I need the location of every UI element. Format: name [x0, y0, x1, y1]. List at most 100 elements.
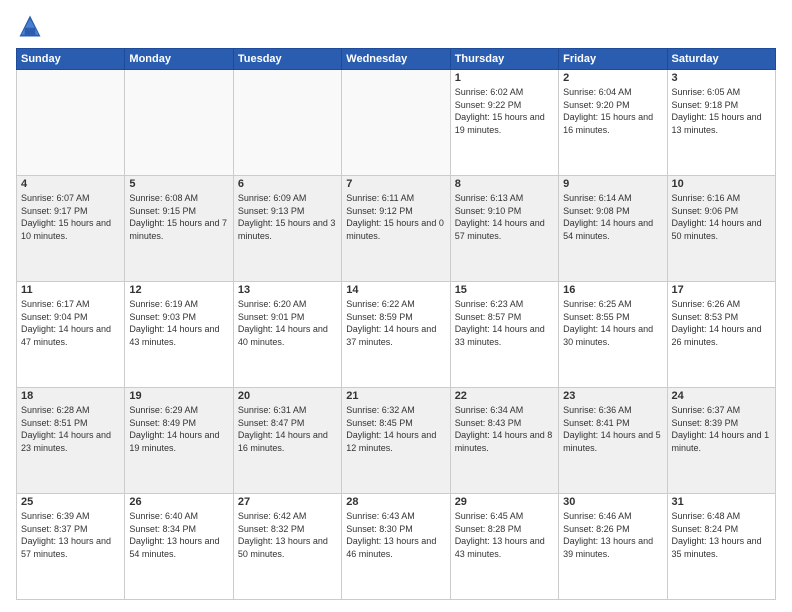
calendar-cell: 12Sunrise: 6:19 AMSunset: 9:03 PMDayligh… [125, 282, 233, 388]
day-number: 8 [455, 178, 554, 190]
calendar-cell: 17Sunrise: 6:26 AMSunset: 8:53 PMDayligh… [667, 282, 775, 388]
calendar-cell: 14 Sunrise: 6:22 AMSunset: 8:59 PMDayligh… [342, 282, 450, 388]
calendar-cell: 27 Sunrise: 6:42 AMSunset: 8:32 PMDayligh… [233, 494, 341, 600]
day-info: Sunrise: 6:23 AMSunset: 8:57 PMDaylight:… [455, 298, 554, 348]
calendar-cell: 10 Sunrise: 6:16 AMSunset: 9:06 PMDayligh… [667, 176, 775, 282]
calendar-cell: 13 Sunrise: 6:20 AMSunset: 9:01 PMDayligh… [233, 282, 341, 388]
calendar-week-1: 1 Sunrise: 6:02 AMSunset: 9:22 PMDaylight… [17, 70, 776, 176]
day-info: Sunrise: 6:43 AMSunset: 8:30 PMDaylight:… [346, 510, 445, 560]
day-info: Sunrise: 6:19 AMSunset: 9:03 PMDaylight:… [129, 298, 228, 348]
day-info: Sunrise: 6:02 AMSunset: 9:22 PMDaylight:… [455, 86, 554, 136]
logo [16, 12, 48, 40]
day-info: Sunrise: 6:29 AMSunset: 8:49 PMDaylight:… [129, 404, 228, 454]
calendar-cell: 30 Sunrise: 6:46 AMSunset: 8:26 PMDayligh… [559, 494, 667, 600]
calendar-cell: 2 Sunrise: 6:04 AMSunset: 9:20 PMDaylight… [559, 70, 667, 176]
day-number: 4 [21, 178, 120, 190]
weekday-header-wednesday: Wednesday [342, 49, 450, 70]
day-info: Sunrise: 6:48 AMSunset: 8:24 PMDaylight:… [672, 510, 771, 560]
calendar-cell: 7 Sunrise: 6:11 AMSunset: 9:12 PMDaylight… [342, 176, 450, 282]
calendar-cell: 18Sunrise: 6:28 AMSunset: 8:51 PMDayligh… [17, 388, 125, 494]
day-number: 22 [455, 390, 554, 402]
day-info: Sunrise: 6:39 AMSunset: 8:37 PMDaylight:… [21, 510, 120, 560]
day-number: 6 [238, 178, 337, 190]
day-number: 26 [129, 496, 228, 508]
day-info: Sunrise: 6:09 AMSunset: 9:13 PMDaylight:… [238, 192, 337, 242]
calendar-table: SundayMondayTuesdayWednesdayThursdayFrid… [16, 48, 776, 600]
day-info: Sunrise: 6:16 AMSunset: 9:06 PMDaylight:… [672, 192, 771, 242]
calendar-cell: 19 Sunrise: 6:29 AMSunset: 8:49 PMDayligh… [125, 388, 233, 494]
day-number: 13 [238, 284, 337, 296]
day-info: Sunrise: 6:45 AMSunset: 8:28 PMDaylight:… [455, 510, 554, 560]
day-number: 3 [672, 72, 771, 84]
day-info: Sunrise: 6:22 AMSunset: 8:59 PMDaylight:… [346, 298, 445, 348]
weekday-header-sunday: Sunday [17, 49, 125, 70]
calendar-cell: 28 Sunrise: 6:43 AMSunset: 8:30 PMDayligh… [342, 494, 450, 600]
day-number: 23 [563, 390, 662, 402]
day-info: Sunrise: 6:13 AMSunset: 9:10 PMDaylight:… [455, 192, 554, 242]
day-info: Sunrise: 6:05 AMSunset: 9:18 PMDaylight:… [672, 86, 771, 136]
calendar-week-4: 18Sunrise: 6:28 AMSunset: 8:51 PMDayligh… [17, 388, 776, 494]
calendar-week-3: 11Sunrise: 6:17 AMSunset: 9:04 PMDayligh… [17, 282, 776, 388]
page: SundayMondayTuesdayWednesdayThursdayFrid… [0, 0, 792, 612]
day-info: Sunrise: 6:36 AMSunset: 8:41 PMDaylight:… [563, 404, 662, 454]
calendar-cell: 31 Sunrise: 6:48 AMSunset: 8:24 PMDayligh… [667, 494, 775, 600]
calendar-cell [233, 70, 341, 176]
calendar-cell: 6 Sunrise: 6:09 AMSunset: 9:13 PMDaylight… [233, 176, 341, 282]
calendar-cell: 22 Sunrise: 6:34 AMSunset: 8:43 PMDayligh… [450, 388, 558, 494]
day-number: 17 [672, 284, 771, 296]
calendar-cell [17, 70, 125, 176]
day-info: Sunrise: 6:17 AMSunset: 9:04 PMDaylight:… [21, 298, 120, 348]
day-info: Sunrise: 6:04 AMSunset: 9:20 PMDaylight:… [563, 86, 662, 136]
day-number: 7 [346, 178, 445, 190]
weekday-header-saturday: Saturday [667, 49, 775, 70]
logo-icon [16, 12, 44, 40]
day-number: 5 [129, 178, 228, 190]
weekday-header-tuesday: Tuesday [233, 49, 341, 70]
calendar-cell [342, 70, 450, 176]
day-number: 30 [563, 496, 662, 508]
calendar-header-row: SundayMondayTuesdayWednesdayThursdayFrid… [17, 49, 776, 70]
day-number: 9 [563, 178, 662, 190]
calendar-cell: 26Sunrise: 6:40 AMSunset: 8:34 PMDayligh… [125, 494, 233, 600]
day-number: 18 [21, 390, 120, 402]
day-info: Sunrise: 6:07 AMSunset: 9:17 PMDaylight:… [21, 192, 120, 242]
day-number: 14 [346, 284, 445, 296]
day-number: 28 [346, 496, 445, 508]
day-info: Sunrise: 6:42 AMSunset: 8:32 PMDaylight:… [238, 510, 337, 560]
day-number: 10 [672, 178, 771, 190]
day-number: 16 [563, 284, 662, 296]
weekday-header-thursday: Thursday [450, 49, 558, 70]
day-info: Sunrise: 6:14 AMSunset: 9:08 PMDaylight:… [563, 192, 662, 242]
weekday-header-friday: Friday [559, 49, 667, 70]
calendar-cell: 23 Sunrise: 6:36 AMSunset: 8:41 PMDayligh… [559, 388, 667, 494]
header [16, 12, 776, 40]
day-number: 21 [346, 390, 445, 402]
day-number: 24 [672, 390, 771, 402]
calendar-week-5: 25 Sunrise: 6:39 AMSunset: 8:37 PMDayligh… [17, 494, 776, 600]
calendar-cell: 29 Sunrise: 6:45 AMSunset: 8:28 PMDayligh… [450, 494, 558, 600]
calendar-cell: 9 Sunrise: 6:14 AMSunset: 9:08 PMDaylight… [559, 176, 667, 282]
day-info: Sunrise: 6:11 AMSunset: 9:12 PMDaylight:… [346, 192, 445, 242]
day-info: Sunrise: 6:46 AMSunset: 8:26 PMDaylight:… [563, 510, 662, 560]
calendar-cell: 5 Sunrise: 6:08 AMSunset: 9:15 PMDaylight… [125, 176, 233, 282]
calendar-week-2: 4 Sunrise: 6:07 AMSunset: 9:17 PMDaylight… [17, 176, 776, 282]
day-number: 27 [238, 496, 337, 508]
day-number: 1 [455, 72, 554, 84]
calendar-cell: 24 Sunrise: 6:37 AMSunset: 8:39 PMDayligh… [667, 388, 775, 494]
calendar-cell: 20Sunrise: 6:31 AMSunset: 8:47 PMDayligh… [233, 388, 341, 494]
day-number: 19 [129, 390, 228, 402]
day-number: 29 [455, 496, 554, 508]
calendar-cell: 1 Sunrise: 6:02 AMSunset: 9:22 PMDaylight… [450, 70, 558, 176]
calendar-cell [125, 70, 233, 176]
day-info: Sunrise: 6:32 AMSunset: 8:45 PMDaylight:… [346, 404, 445, 454]
day-info: Sunrise: 6:08 AMSunset: 9:15 PMDaylight:… [129, 192, 228, 242]
weekday-header-monday: Monday [125, 49, 233, 70]
day-number: 31 [672, 496, 771, 508]
calendar-cell: 21 Sunrise: 6:32 AMSunset: 8:45 PMDayligh… [342, 388, 450, 494]
calendar-cell: 3 Sunrise: 6:05 AMSunset: 9:18 PMDaylight… [667, 70, 775, 176]
day-number: 25 [21, 496, 120, 508]
day-info: Sunrise: 6:37 AMSunset: 8:39 PMDaylight:… [672, 404, 771, 454]
day-number: 2 [563, 72, 662, 84]
day-info: Sunrise: 6:20 AMSunset: 9:01 PMDaylight:… [238, 298, 337, 348]
day-info: Sunrise: 6:34 AMSunset: 8:43 PMDaylight:… [455, 404, 554, 454]
